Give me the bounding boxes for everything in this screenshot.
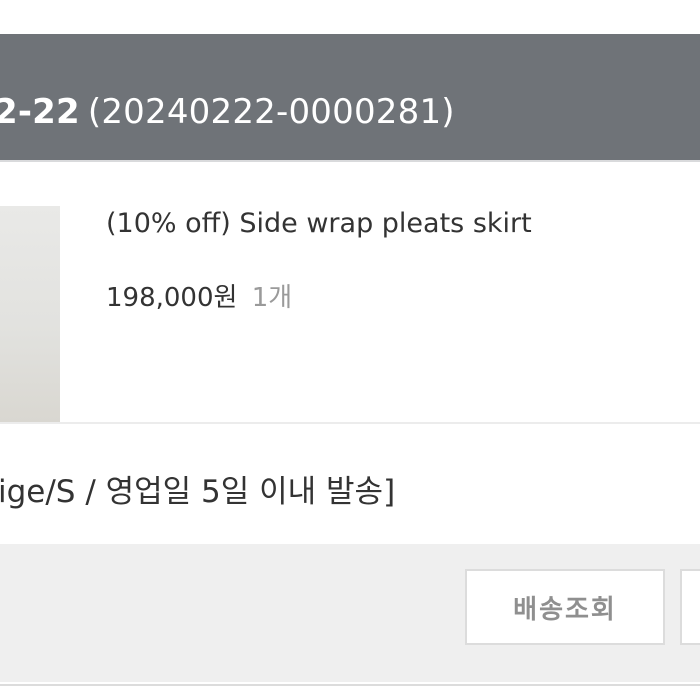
bottom-area: [0, 686, 700, 700]
order-header-text: 2-22 (20240222-0000281): [0, 92, 455, 132]
option-section: ige/S / 영업일 5일 이내 발송]: [0, 424, 700, 544]
product-item[interactable]: (10% off) Side wrap pleats skirt 198,000…: [0, 162, 700, 422]
product-price-line: 198,000원 1개: [106, 277, 292, 314]
top-gap: [0, 0, 700, 34]
product-quantity: 1개: [251, 283, 293, 313]
product-thumbnail[interactable]: [0, 206, 60, 422]
action-bar: 배송조회: [0, 544, 700, 682]
delivery-tracking-button[interactable]: 배송조회: [465, 569, 665, 645]
order-detail-screen: 2-22 (20240222-0000281) (10% off) Side wr…: [0, 0, 700, 700]
next-action-button[interactable]: [680, 569, 700, 645]
product-option-text: ige/S / 영업일 5일 이내 발송]: [0, 474, 396, 510]
order-date: 2-22: [0, 92, 80, 132]
product-name[interactable]: (10% off) Side wrap pleats skirt: [106, 208, 532, 239]
order-number: (20240222-0000281): [87, 92, 455, 132]
order-header: 2-22 (20240222-0000281): [0, 34, 700, 162]
product-price: 198,000원: [106, 283, 238, 313]
